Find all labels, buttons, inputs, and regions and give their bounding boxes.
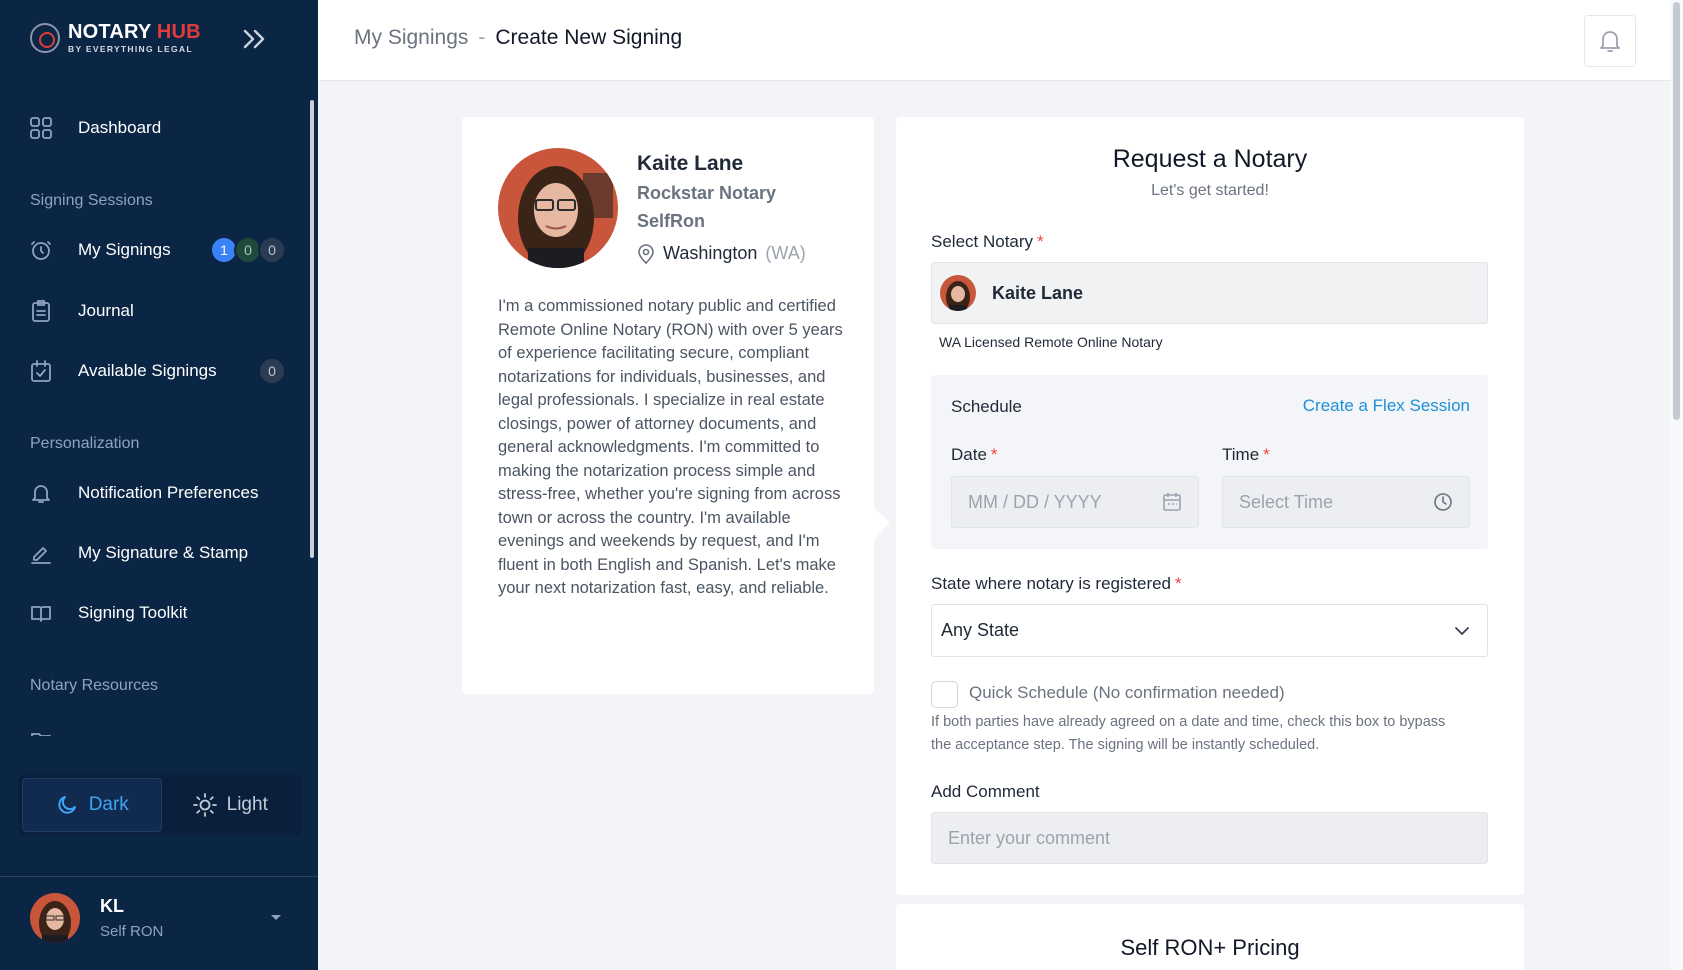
form-subtitle: Let's get started! <box>1151 182 1269 199</box>
clock-icon[interactable] <box>1433 492 1453 512</box>
create-flex-session-link[interactable]: Create a Flex Session <box>1303 396 1470 416</box>
folder-icon <box>31 733 51 736</box>
breadcrumb-separator: - <box>478 26 486 49</box>
top-header: My Signings - Create New Signing <box>318 0 1670 81</box>
select-notary-label: Select Notary * <box>931 232 1044 251</box>
dashboard-grid-icon <box>30 117 52 139</box>
user-role: Self RON <box>100 923 164 940</box>
sidebar-item-label: Signing Toolkit <box>78 603 188 622</box>
notary-bio: I'm a commissioned notary public and cer… <box>498 297 843 597</box>
state-select[interactable]: Any State <box>931 604 1488 657</box>
selected-notary-name: Kaite Lane <box>992 282 1084 303</box>
page-scrollbar[interactable] <box>1670 0 1683 970</box>
notary-title: Rockstar Notary <box>637 183 777 203</box>
sidebar-item-label: Dashboard <box>78 118 162 137</box>
sidebar-item-notification-preferences[interactable]: Notification Preferences <box>30 475 286 511</box>
state-label: State where notary is registered * <box>931 574 1182 593</box>
signing-clock-icon <box>30 239 52 261</box>
caret-down-icon <box>271 915 281 920</box>
location-pin-icon <box>638 243 654 264</box>
signing-status-badges: 1 0 0 <box>210 236 286 264</box>
sidebar-item-label: My Signings <box>78 240 171 259</box>
select-notary-field[interactable]: Kaite Lane <box>931 262 1488 324</box>
pricing-card: Self RON+ Pricing <box>896 904 1524 970</box>
sidebar-item-partially-hidden[interactable] <box>30 728 70 736</box>
pen-icon <box>30 542 52 564</box>
brand-tagline: BY EVERYTHING LEGAL <box>68 44 193 54</box>
quick-schedule-help: If both parties have already agreed on a… <box>931 714 1446 753</box>
logo-icon <box>30 22 60 53</box>
date-label: Date * <box>951 445 998 464</box>
moon-icon <box>58 796 76 814</box>
sidebar-item-label: Journal <box>78 301 134 320</box>
notary-company: SelfRon <box>637 211 706 231</box>
section-label-signing-sessions: Signing Sessions <box>30 192 153 209</box>
sidebar-item-signing-toolkit[interactable]: Signing Toolkit <box>30 595 286 631</box>
section-label-notary-resources: Notary Resources <box>30 677 159 694</box>
book-icon <box>30 602 52 624</box>
avatar <box>940 275 976 311</box>
brand-name: NOTARY HUB <box>68 21 201 43</box>
sidebar-item-journal[interactable]: Journal <box>30 293 286 329</box>
sun-icon <box>192 793 217 817</box>
license-note: WA Licensed Remote Online Notary <box>939 334 1163 350</box>
available-count-badge: 0 <box>258 357 286 385</box>
quick-schedule-checkbox[interactable] <box>931 681 958 708</box>
journal-clipboard-icon <box>30 300 52 322</box>
theme-light-button[interactable]: Light <box>162 778 300 832</box>
sidebar: NOTARY HUB BY EVERYTHING LEGAL Dashboard… <box>0 0 318 970</box>
bell-icon <box>30 482 52 504</box>
time-label: Time * <box>1222 445 1270 464</box>
theme-dark-button[interactable]: Dark <box>22 778 162 832</box>
avatar <box>30 893 80 943</box>
schedule-section: Schedule Create a Flex Session Date * MM … <box>931 375 1488 549</box>
calendar-icon[interactable] <box>1162 492 1182 512</box>
pricing-title: Self RON+ Pricing <box>1120 935 1300 960</box>
comment-input[interactable]: Enter your comment <box>931 812 1488 864</box>
notary-name: Kaite Lane <box>637 152 744 175</box>
brand-logo[interactable]: NOTARY HUB BY EVERYTHING LEGAL <box>30 22 201 54</box>
sidebar-item-label: My Signature & Stamp <box>78 543 249 562</box>
schedule-title: Schedule <box>951 397 1022 416</box>
sidebar-item-dashboard[interactable]: Dashboard <box>30 110 286 146</box>
sidebar-item-label: Available Signings <box>78 361 217 380</box>
page-title: Create New Signing <box>495 26 683 49</box>
time-input[interactable]: Select Time <box>1222 476 1470 528</box>
calendar-check-icon <box>30 360 52 382</box>
form-title: Request a Notary <box>1112 145 1308 173</box>
notary-profile-card: Kaite Lane Rockstar Notary SelfRon Washi… <box>462 117 890 694</box>
notary-location: Washington (WA) <box>637 243 806 264</box>
sidebar-item-signature-stamp[interactable]: My Signature & Stamp <box>30 535 286 571</box>
section-label-personalization: Personalization <box>30 435 140 452</box>
collapse-sidebar-button[interactable] <box>240 24 270 54</box>
quick-schedule-label[interactable]: Quick Schedule (No confirmation needed) <box>969 683 1285 703</box>
chevron-down-icon <box>1454 626 1470 636</box>
double-chevron-right-icon <box>243 29 265 49</box>
comment-label: Add Comment <box>931 782 1040 801</box>
theme-toggle: Dark Light <box>19 775 302 835</box>
notifications-button[interactable] <box>1584 15 1636 67</box>
sidebar-item-my-signings[interactable]: My Signings 1 0 0 <box>30 232 286 268</box>
breadcrumb: My Signings - Create New Signing <box>354 26 682 50</box>
user-initials: KL <box>100 896 124 916</box>
date-input[interactable]: MM / DD / YYYY <box>951 476 1199 528</box>
breadcrumb-my-signings[interactable]: My Signings <box>354 26 468 50</box>
bell-icon <box>1600 31 1620 52</box>
status-badge-other: 0 <box>258 236 286 264</box>
sidebar-item-label: Notification Preferences <box>78 483 259 502</box>
user-menu[interactable]: KL Self RON <box>30 888 292 948</box>
notary-photo <box>498 148 618 268</box>
sidebar-item-available-signings[interactable]: Available Signings 0 <box>30 353 286 389</box>
request-notary-form: Request a Notary Let's get started! Sele… <box>896 117 1524 895</box>
sidebar-scrollbar[interactable] <box>310 100 314 558</box>
sidebar-divider <box>0 876 318 877</box>
